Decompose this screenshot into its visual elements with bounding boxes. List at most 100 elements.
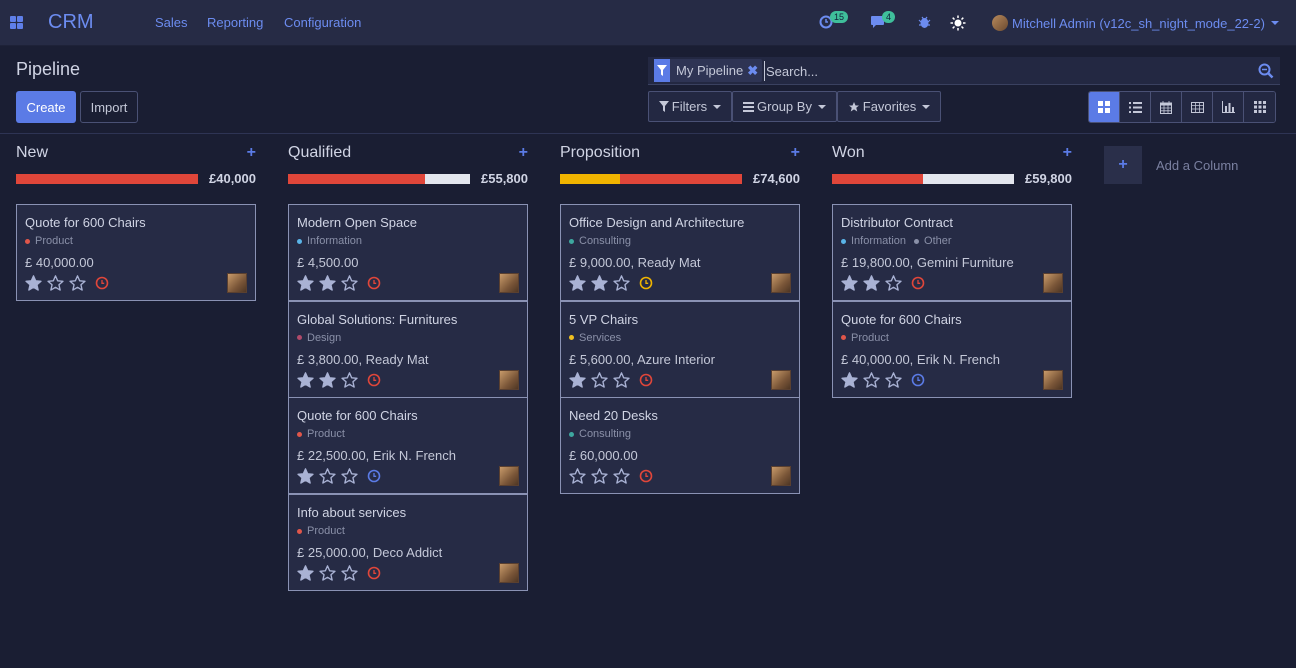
cohort-view-button[interactable] xyxy=(1244,92,1275,122)
activity-clock-icon[interactable] xyxy=(911,276,925,290)
star-empty-icon[interactable] xyxy=(568,467,587,485)
column-quick-create-icon[interactable]: + xyxy=(519,144,528,162)
kanban-view-button[interactable] xyxy=(1089,92,1120,122)
activity-clock-icon[interactable] xyxy=(639,469,653,483)
app-brand[interactable]: CRM xyxy=(48,11,94,34)
progress-segment-red[interactable] xyxy=(288,174,425,184)
opportunity-card[interactable]: Office Design and Architecture Consulting… xyxy=(560,204,800,301)
star-filled-icon[interactable] xyxy=(318,274,337,292)
opportunity-card[interactable]: Quote for 600 Chairs Product £ 40,000.00, … xyxy=(832,300,1072,398)
import-button[interactable]: Import xyxy=(80,91,138,123)
column-progress-bar[interactable] xyxy=(288,174,470,184)
column-progress-bar[interactable] xyxy=(832,174,1014,184)
create-button[interactable]: Create xyxy=(16,91,76,123)
activity-clock-icon[interactable] xyxy=(367,469,381,483)
star-filled-icon[interactable] xyxy=(296,371,315,389)
activity-clock-icon[interactable] xyxy=(639,373,653,387)
star-empty-icon[interactable] xyxy=(68,274,87,292)
star-empty-icon[interactable] xyxy=(884,371,903,389)
card-amount: £ 4,500.00 xyxy=(297,255,359,270)
apps-menu-icon[interactable] xyxy=(10,16,23,29)
filters-dropdown[interactable]: Filters xyxy=(648,91,732,122)
tag-label: Other xyxy=(924,235,952,247)
list-view-button[interactable] xyxy=(1120,92,1151,122)
opportunity-card[interactable]: Need 20 Desks Consulting £ 60,000.00 xyxy=(560,397,800,495)
card-title: Need 20 Desks xyxy=(569,408,658,424)
progress-segment-yellow[interactable] xyxy=(560,174,621,184)
progress-segment-red[interactable] xyxy=(16,174,198,184)
menu-reporting[interactable]: Reporting xyxy=(207,15,263,30)
star-empty-icon[interactable] xyxy=(612,274,631,292)
star-empty-icon[interactable] xyxy=(612,371,631,389)
star-empty-icon[interactable] xyxy=(340,467,359,485)
night-mode-toggle[interactable] xyxy=(950,13,966,31)
activity-button[interactable]: 15 xyxy=(818,11,849,31)
star-empty-icon[interactable] xyxy=(340,371,359,389)
star-filled-icon[interactable] xyxy=(840,274,859,292)
graph-view-button[interactable] xyxy=(1213,92,1244,122)
activity-clock-icon[interactable] xyxy=(367,566,381,580)
progress-segment-gray[interactable] xyxy=(923,174,1014,184)
search-input[interactable] xyxy=(764,61,1244,81)
star-empty-icon[interactable] xyxy=(340,274,359,292)
progress-segment-gray[interactable] xyxy=(424,174,470,184)
menu-sales[interactable]: Sales xyxy=(155,15,188,30)
calendar-view-button[interactable] xyxy=(1151,92,1182,122)
star-filled-icon[interactable] xyxy=(840,371,859,389)
column-progress-bar[interactable] xyxy=(16,174,198,184)
facet-remove-icon[interactable]: ✖ xyxy=(747,63,758,79)
card-title: Office Design and Architecture xyxy=(569,215,745,230)
star-empty-icon[interactable] xyxy=(862,371,881,389)
star-filled-icon[interactable] xyxy=(590,274,609,292)
chevron-down-icon xyxy=(1270,21,1279,25)
star-empty-icon[interactable] xyxy=(612,467,631,485)
menu-configuration[interactable]: Configuration xyxy=(284,15,361,30)
star-filled-icon[interactable] xyxy=(296,467,315,485)
grid-icon xyxy=(1253,101,1266,113)
opportunity-card[interactable]: Quote for 600 Chairs Product £ 40,000.00 xyxy=(16,204,256,301)
opportunity-card[interactable]: Distributor Contract Information Other £ 19… xyxy=(832,204,1072,301)
tag-label: Consulting xyxy=(579,428,631,441)
tag-label: Design xyxy=(307,331,342,344)
progress-segment-red[interactable] xyxy=(620,174,742,184)
star-filled-icon[interactable] xyxy=(296,564,315,582)
star-filled-icon[interactable] xyxy=(24,274,43,292)
activity-clock-icon[interactable] xyxy=(639,276,653,290)
opportunity-card[interactable]: Global Solutions: Furnitures Design £ 3,80… xyxy=(288,300,528,398)
search-icon[interactable] xyxy=(1258,63,1274,82)
opportunity-card[interactable]: Modern Open Space Information £ 4,500.00 xyxy=(288,204,528,301)
progress-segment-red[interactable] xyxy=(832,174,923,184)
column-quick-create-icon[interactable]: + xyxy=(1063,144,1072,162)
activity-clock-icon[interactable] xyxy=(367,373,381,387)
star-empty-icon[interactable] xyxy=(340,564,359,582)
opportunity-card[interactable]: 5 VP Chairs Services £ 5,600.00, Azure Int… xyxy=(560,300,800,398)
star-filled-icon[interactable] xyxy=(568,274,587,292)
user-menu[interactable]: Mitchell Admin (v12c_sh_night_mode_22-2) xyxy=(992,13,1279,33)
activity-clock-icon[interactable] xyxy=(95,276,109,290)
favorites-label: Favorites xyxy=(862,99,917,114)
star-empty-icon[interactable] xyxy=(590,467,609,485)
star-empty-icon[interactable] xyxy=(318,564,337,582)
star-filled-icon[interactable] xyxy=(568,371,587,389)
messages-button[interactable]: 4 xyxy=(870,11,900,31)
star-empty-icon[interactable] xyxy=(318,467,337,485)
star-filled-icon[interactable] xyxy=(296,274,315,292)
opportunity-card[interactable]: Info about services Product £ 25,000.00, D… xyxy=(288,494,528,592)
favorites-dropdown[interactable]: Favorites xyxy=(837,91,941,122)
groupby-dropdown[interactable]: Group By xyxy=(732,91,837,122)
column-quick-create-icon[interactable]: + xyxy=(791,144,800,162)
column-quick-create-icon[interactable]: + xyxy=(247,144,256,162)
activity-clock-icon[interactable] xyxy=(367,276,381,290)
activity-clock-icon[interactable] xyxy=(911,373,925,387)
debug-button[interactable] xyxy=(918,13,932,31)
star-empty-icon[interactable] xyxy=(884,274,903,292)
card-tags: Information xyxy=(297,235,362,247)
star-filled-icon[interactable] xyxy=(318,371,337,389)
pivot-view-button[interactable] xyxy=(1182,92,1213,122)
star-empty-icon[interactable] xyxy=(590,371,609,389)
opportunity-card[interactable]: Quote for 600 Chairs Product £ 22,500.00, … xyxy=(288,397,528,495)
star-empty-icon[interactable] xyxy=(46,274,65,292)
star-filled-icon[interactable] xyxy=(862,274,881,292)
column-progress-bar[interactable] xyxy=(560,174,742,184)
add-column-button[interactable]: + Add a Column xyxy=(1104,146,1254,184)
